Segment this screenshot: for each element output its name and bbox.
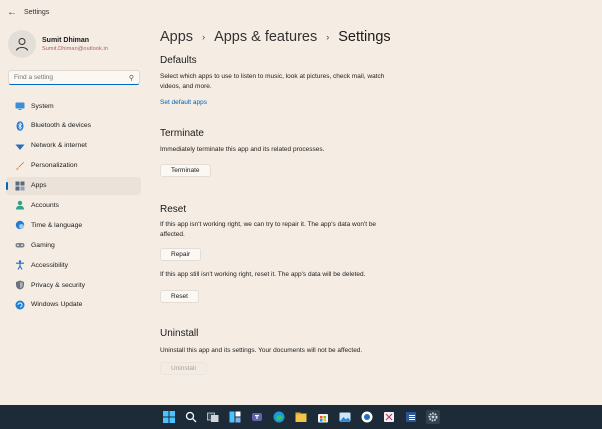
sidebar-item-privacy-security[interactable]: Privacy & security (6, 276, 141, 294)
shield-icon (15, 280, 25, 290)
breadcrumb-separator: › (202, 32, 206, 42)
apps-icon (15, 181, 25, 191)
reset-description: If this app still isn't working right, r… (160, 271, 366, 278)
terminate-description: Immediately terminate this app and its r… (160, 146, 325, 153)
nav-list: System Bluetooth & devices Network & inter… (6, 97, 141, 316)
sidebar-item-label: Time & language (31, 221, 83, 229)
sidebar-item-label: Accessibility (31, 261, 69, 269)
edge-icon[interactable] (272, 410, 286, 424)
widgets-icon[interactable] (228, 410, 242, 424)
sidebar-item-bluetooth-devices[interactable]: Bluetooth & devices (6, 117, 141, 135)
person-icon (15, 200, 25, 210)
terminate-button[interactable]: Terminate (160, 164, 211, 177)
title-bar: ← Settings (0, 0, 602, 24)
page-title: Settings (338, 29, 391, 45)
teams-chat-icon[interactable] (250, 410, 264, 424)
snipping-icon[interactable] (382, 410, 396, 424)
task-view-icon[interactable] (206, 410, 220, 424)
accessibility-icon (15, 260, 25, 270)
back-button[interactable]: ← (0, 0, 24, 24)
search-box[interactable]: ⚲ (8, 70, 140, 85)
terminate-heading: Terminate (160, 128, 204, 139)
photos-icon[interactable] (338, 410, 352, 424)
file-explorer-icon[interactable] (294, 410, 308, 424)
breadcrumb-apps-features[interactable]: Apps & features (214, 29, 317, 45)
defaults-description: Select which apps to use to listen to mu… (160, 73, 385, 90)
brush-icon (15, 161, 25, 171)
uninstall-heading: Uninstall (160, 328, 199, 339)
update-icon (15, 300, 25, 310)
reset-button[interactable]: Reset (160, 290, 199, 303)
sidebar-item-accessibility[interactable]: Accessibility (6, 256, 141, 274)
sidebar-item-label: Network & internet (31, 142, 87, 150)
uninstall-description: Uninstall this app and its settings. You… (160, 347, 363, 354)
breadcrumb-separator: › (326, 32, 330, 42)
breadcrumb: Apps › Apps & features › Settings (160, 28, 580, 46)
breadcrumb-apps[interactable]: Apps (160, 29, 193, 45)
sidebar-item-label: Windows Update (31, 301, 83, 309)
profile-email: Sumit.Dhiman@outlook.in (42, 45, 108, 52)
repair-description: If this app isn't working right, we can … (160, 221, 377, 238)
set-default-apps-link[interactable]: Set default apps (160, 99, 207, 106)
person-icon (16, 38, 28, 51)
window-title: Settings (24, 8, 50, 16)
sidebar-item-label: Gaming (31, 241, 55, 249)
back-arrow-icon: ← (7, 6, 17, 18)
sidebar-item-system[interactable]: System (6, 97, 141, 115)
avatar[interactable] (8, 30, 36, 58)
camera-icon[interactable] (360, 410, 374, 424)
search-icon[interactable] (184, 410, 198, 424)
sidebar-item-accounts[interactable]: Accounts (6, 196, 141, 214)
search-icon[interactable]: ⚲ (129, 74, 134, 82)
user-profile[interactable]: Sumit Dhiman Sumit.Dhiman@outlook.in (8, 30, 108, 58)
taskbar (0, 405, 602, 429)
sidebar-item-label: Apps (31, 182, 47, 190)
word-icon[interactable] (404, 410, 418, 424)
reset-heading: Reset (160, 204, 187, 215)
defaults-heading: Defaults (160, 55, 197, 66)
store-icon[interactable] (316, 410, 330, 424)
sidebar-item-time-language[interactable]: Time & language (6, 216, 141, 234)
sidebar-item-label: Privacy & security (31, 281, 86, 289)
repair-button[interactable]: Repair (160, 248, 202, 261)
windows-start-icon[interactable] (162, 410, 176, 424)
sidebar-item-label: Accounts (31, 201, 59, 209)
profile-name: Sumit Dhiman (42, 36, 90, 44)
globe-clock-icon (15, 220, 25, 230)
wifi-icon (15, 141, 25, 151)
monitor-icon (15, 101, 25, 111)
sidebar-item-apps[interactable]: Apps (6, 176, 141, 195)
bluetooth-icon (15, 121, 25, 131)
search-input[interactable] (14, 74, 129, 81)
gamepad-icon (15, 240, 25, 250)
sidebar-item-windows-update[interactable]: Windows Update (6, 296, 141, 314)
sidebar-item-personalization[interactable]: Personalization (6, 157, 141, 175)
sidebar-item-label: Personalization (31, 162, 78, 170)
sidebar-item-label: System (31, 102, 54, 110)
uninstall-button[interactable]: Uninstall (160, 362, 207, 375)
settings-icon[interactable] (426, 410, 440, 424)
sidebar-item-network-internet[interactable]: Network & internet (6, 137, 141, 155)
sidebar-item-gaming[interactable]: Gaming (6, 236, 141, 254)
sidebar-item-label: Bluetooth & devices (31, 122, 92, 130)
sidebar: Sumit Dhiman Sumit.Dhiman@outlook.in ⚲ S… (0, 24, 148, 405)
main-content: Apps › Apps & features › Settings Defaul… (160, 28, 580, 375)
